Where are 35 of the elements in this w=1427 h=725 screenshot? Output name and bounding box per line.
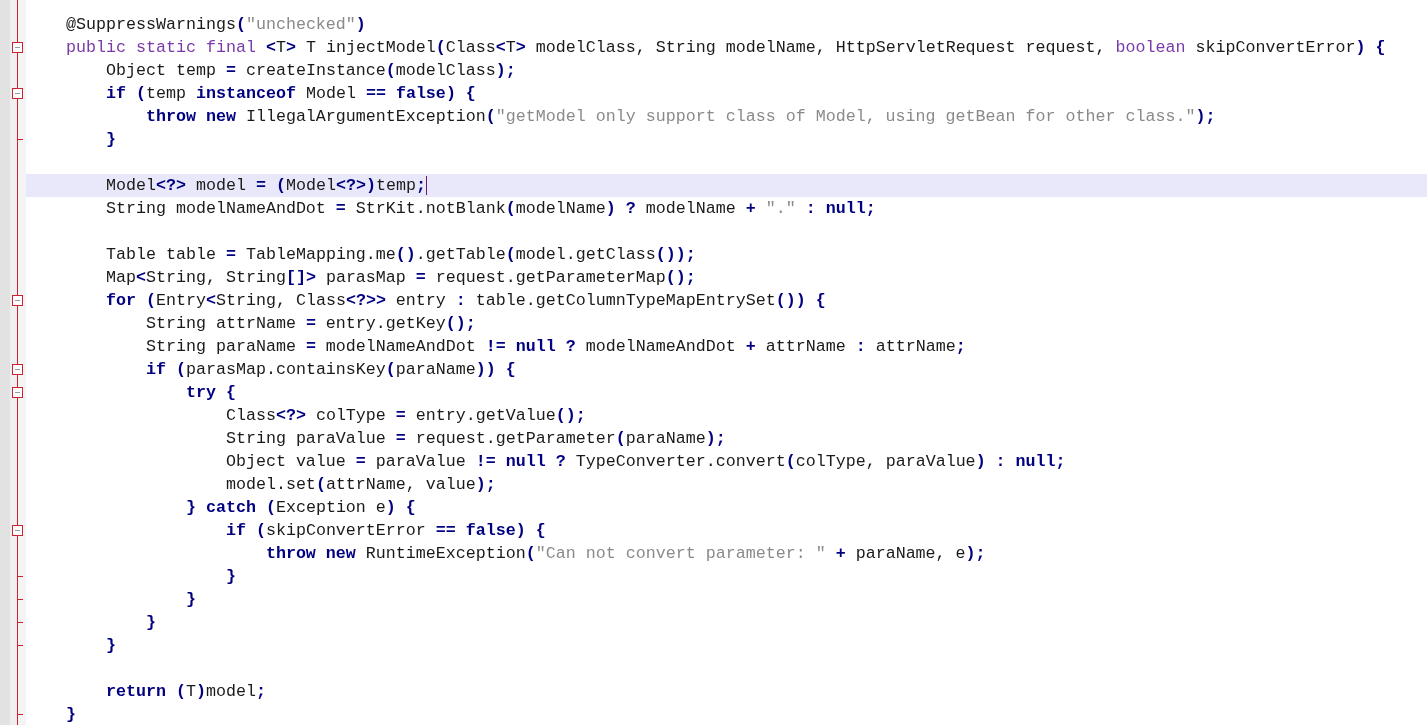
code-line: try {: [184, 382, 236, 404]
code-line: for (Entry<String, Class<?>> entry : table.getColumnTypeMapEntrySet()) {: [104, 290, 826, 312]
code-line: Model<?> model = (Model<?>)temp;: [104, 175, 426, 197]
code-line: } catch (Exception e) {: [184, 497, 416, 519]
code-line: }: [104, 129, 116, 151]
code-line: }: [224, 566, 236, 588]
code-line: throw new RuntimeException("Can not convert parameter: " + paraName, e);: [264, 543, 986, 565]
collapse-icon[interactable]: [12, 42, 23, 53]
code-line: Object temp = createInstance(modelClass);: [104, 60, 516, 82]
text-cursor: [425, 176, 427, 195]
collapse-icon[interactable]: [12, 364, 23, 375]
code-line: if (skipConvertError == false) {: [224, 520, 546, 542]
code-line: Table table = TableMapping.me().getTable(model.getClass());: [104, 244, 696, 266]
code-line: String paraValue = request.getParameter(paraName);: [224, 428, 726, 450]
code-line: public static final <T> T injectModel(Class<T> modelClass, String modelName, HttpServletRequest request, boolean skipConvertError) {: [64, 37, 1386, 59]
code-line: }: [104, 635, 116, 657]
code-line: @SuppressWarnings("unchecked"): [64, 14, 366, 36]
code-line: String attrName = entry.getKey();: [144, 313, 476, 335]
code-line: }: [64, 704, 76, 725]
code-line: String modelNameAndDot = StrKit.notBlank(modelName) ? modelName + "." : null;: [104, 198, 876, 220]
collapse-icon[interactable]: [12, 525, 23, 536]
code-line: return (T)model;: [104, 681, 266, 703]
code-line: String paraName = modelNameAndDot != null ? modelNameAndDot + attrName : attrName;: [144, 336, 966, 358]
code-line: Map<String, String[]> parasMap = request.getParameterMap();: [104, 267, 696, 289]
code-line: Class<?> colType = entry.getValue();: [224, 405, 586, 427]
code-line: }: [144, 612, 156, 634]
code-line: throw new IllegalArgumentException("getModel only support class of Model, using getBean for other class.");: [144, 106, 1216, 128]
collapse-icon[interactable]: [12, 88, 23, 99]
code-line: Object value = paraValue != null ? TypeConverter.convert(colType, paraValue) : null;: [224, 451, 1066, 473]
code-line: if (temp instanceof Model == false) {: [104, 83, 476, 105]
code-line: }: [184, 589, 196, 611]
collapse-icon[interactable]: [12, 387, 23, 398]
collapse-icon[interactable]: [12, 295, 23, 306]
code-line: if (parasMap.containsKey(paraName)) {: [144, 359, 516, 381]
code-line: model.set(attrName, value);: [224, 474, 496, 496]
